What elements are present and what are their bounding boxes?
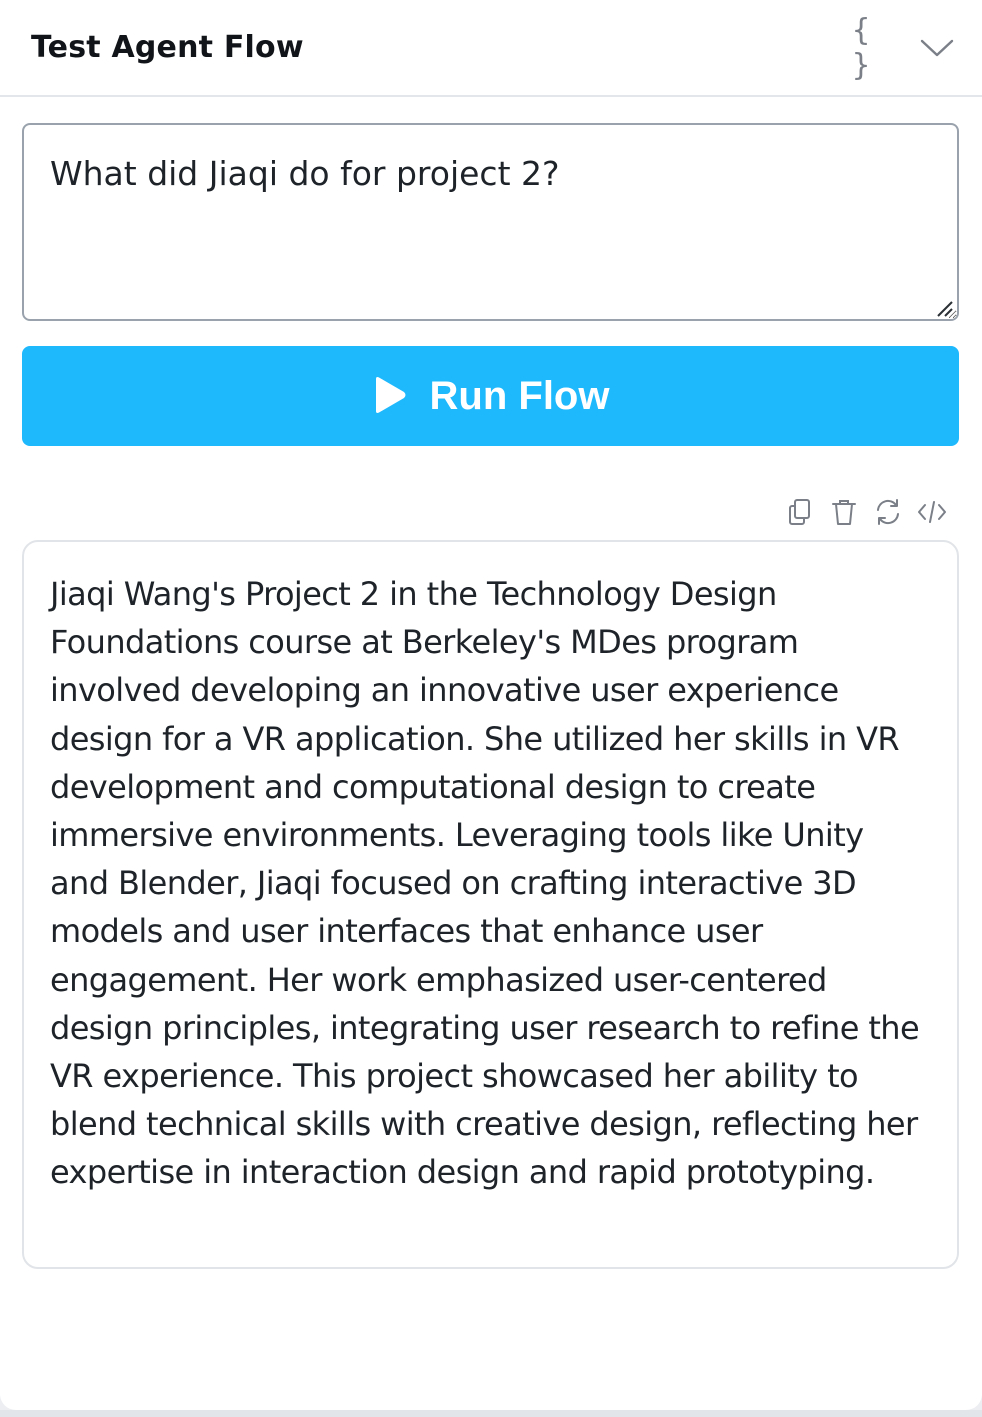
prompt-input[interactable] — [22, 123, 959, 321]
code-icon[interactable] — [915, 495, 949, 529]
response-output: Jiaqi Wang's Project 2 in the Technology… — [22, 540, 959, 1269]
copy-icon[interactable] — [783, 495, 817, 529]
agent-flow-panel: Test Agent Flow { } Run Flow — [0, 0, 982, 1410]
resize-grip-icon[interactable] — [934, 298, 954, 318]
panel-title: Test Agent Flow — [31, 30, 304, 65]
chevron-down-icon[interactable] — [914, 28, 960, 68]
refresh-icon[interactable] — [871, 495, 905, 529]
panel-header: Test Agent Flow { } — [0, 0, 982, 97]
bottom-strip — [0, 1410, 982, 1417]
response-text: Jiaqi Wang's Project 2 in the Technology… — [50, 575, 920, 1192]
response-toolbar — [783, 495, 953, 529]
play-icon — [372, 375, 408, 418]
run-flow-label: Run Flow — [429, 373, 610, 418]
trash-icon[interactable] — [827, 495, 861, 529]
braces-icon[interactable]: { } — [852, 13, 902, 83]
run-flow-button[interactable]: Run Flow — [22, 346, 959, 446]
